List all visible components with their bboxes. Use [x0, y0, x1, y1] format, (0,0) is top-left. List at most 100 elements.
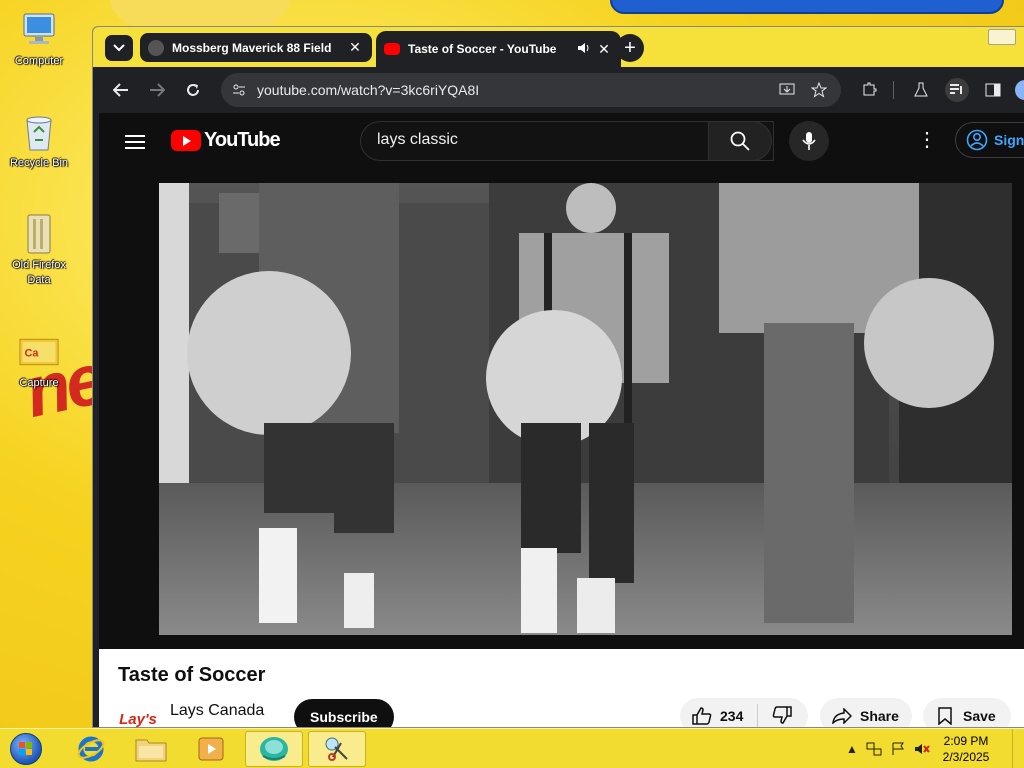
like-dislike-group: 234	[680, 698, 808, 727]
system-tray: ▲ 2:09 PM 2/3/2025	[840, 729, 1024, 768]
hamburger-menu-icon[interactable]	[123, 131, 147, 151]
search-icon	[730, 131, 750, 151]
start-button[interactable]	[6, 731, 46, 767]
taskbar: ▲ 2:09 PM 2/3/2025	[0, 728, 1024, 768]
url-text: youtube.com/watch?v=3kc6riYQA8I	[257, 82, 480, 98]
desktop-icon-computer[interactable]: Computer	[4, 10, 74, 69]
site-info-icon[interactable]	[227, 78, 251, 102]
media-player-icon	[198, 737, 224, 761]
youtube-logo[interactable]: YouTube	[171, 129, 281, 152]
clock[interactable]: 2:09 PM 2/3/2025	[936, 733, 996, 765]
video-details: Taste of Soccer Lay's Lays Canada Subscr…	[99, 649, 1024, 728]
channel-avatar-logo: Lay's	[119, 710, 157, 728]
sign-in-label: Sign	[994, 132, 1024, 148]
chevron-down-icon	[113, 44, 125, 52]
tab-search-button[interactable]	[105, 35, 133, 61]
recycle-bin-icon	[19, 112, 59, 152]
speaker-icon[interactable]	[577, 42, 595, 57]
new-tab-button[interactable]: +	[616, 34, 644, 62]
youtube-page: YouTube ⋮ Sign	[99, 113, 1024, 728]
video-frame[interactable]	[159, 183, 1012, 635]
clock-time: 2:09 PM	[943, 734, 989, 748]
like-button[interactable]: 234	[692, 707, 743, 725]
tab-mossberg[interactable]: Mossberg Maverick 88 Field ✕	[140, 33, 372, 62]
show-hidden-icons-icon[interactable]: ▲	[844, 741, 860, 757]
thumbs-up-icon	[692, 707, 712, 725]
youtube-play-icon	[171, 130, 201, 151]
image-file-icon: Ca	[19, 332, 59, 372]
taskbar-file-explorer[interactable]	[122, 731, 180, 767]
voice-search-button[interactable]	[789, 121, 829, 161]
account-icon	[966, 129, 988, 151]
taskbar-internet-explorer[interactable]	[62, 731, 120, 767]
action-center-flag-icon[interactable]	[890, 741, 906, 757]
scissors-icon	[325, 737, 348, 761]
search-input[interactable]	[377, 131, 697, 149]
youtube-header: YouTube ⋮ Sign	[99, 113, 1024, 169]
share-button[interactable]: Share	[820, 698, 912, 727]
tab-youtube[interactable]: Taste of Soccer - YouTube ✕	[376, 31, 621, 67]
thumbs-down-icon	[773, 705, 793, 724]
channel-name[interactable]: Lays Canada	[170, 702, 264, 720]
more-options-icon[interactable]: ⋮	[917, 127, 937, 152]
wallpaper-blue-banner	[610, 0, 1004, 14]
browser-app-icon	[260, 737, 288, 761]
video-title: Taste of Soccer	[118, 664, 266, 686]
desktop-icon-capture[interactable]: Ca Capture	[4, 332, 74, 391]
browser-toolbar: youtube.com/watch?v=3kc6riYQA8I	[93, 67, 1024, 113]
microphone-icon	[802, 132, 816, 150]
bookmark-star-icon[interactable]	[807, 78, 831, 102]
browser-window: Mossberg Maverick 88 Field ✕ Taste of So…	[92, 26, 1024, 728]
close-icon[interactable]: ✕	[595, 41, 613, 58]
save-playlist-icon	[938, 707, 952, 725]
site-favicon-icon	[148, 39, 164, 56]
labs-flask-icon[interactable]	[909, 78, 933, 102]
install-app-icon[interactable]	[775, 78, 799, 102]
tab-strip: Mossberg Maverick 88 Field ✕ Taste of So…	[93, 27, 1024, 67]
sign-in-button[interactable]: Sign	[955, 122, 1024, 158]
video-player[interactable]	[99, 169, 1024, 649]
search-button[interactable]	[708, 121, 772, 161]
youtube-logo-text: YouTube	[204, 129, 281, 151]
desktop-icon-label: Recycle Bin	[9, 157, 69, 169]
taskbar-chrome-window[interactable]	[245, 731, 303, 767]
windows-logo-icon	[10, 733, 42, 765]
desktop-icon-old-firefox-data[interactable]: Old Firefox Data	[4, 214, 74, 288]
folder-icon	[135, 739, 167, 762]
share-label: Share	[860, 708, 899, 724]
like-count: 234	[720, 708, 744, 724]
back-icon[interactable]	[109, 78, 133, 102]
taskbar-media-player[interactable]	[182, 731, 240, 767]
share-arrow-icon	[832, 708, 852, 724]
toolbar-divider	[893, 81, 894, 99]
video-scene-image	[159, 183, 1012, 635]
close-icon[interactable]: ✕	[346, 39, 364, 56]
media-controls-icon[interactable]	[945, 78, 969, 102]
desktop-icon-label: Capture	[19, 377, 59, 389]
extensions-icon[interactable]	[857, 78, 881, 102]
subscribe-button[interactable]: Subscribe	[294, 699, 394, 727]
desktop-icon-recycle-bin[interactable]: Recycle Bin	[4, 112, 74, 171]
forward-icon[interactable]	[145, 78, 169, 102]
computer-icon	[19, 10, 59, 50]
dislike-button[interactable]	[772, 705, 793, 727]
youtube-favicon-icon	[384, 43, 400, 55]
svg-text:Ca: Ca	[24, 348, 39, 360]
internet-explorer-icon	[77, 736, 105, 762]
side-panel-icon[interactable]	[981, 78, 1005, 102]
show-desktop-button[interactable]	[1012, 729, 1024, 768]
folder-icon	[19, 214, 59, 254]
save-button[interactable]: Save	[923, 698, 1011, 727]
profile-avatar-icon[interactable]	[1013, 78, 1024, 102]
desktop-icon-label: Computer	[14, 55, 64, 67]
like-divider	[757, 704, 759, 727]
network-icon[interactable]	[866, 741, 882, 757]
clock-date: 2/3/2025	[942, 750, 990, 764]
address-bar[interactable]: youtube.com/watch?v=3kc6riYQA8I	[221, 73, 841, 107]
channel-avatar[interactable]: Lay's	[119, 701, 157, 728]
reload-icon[interactable]	[181, 78, 205, 102]
taskbar-snipping-tool[interactable]	[308, 731, 366, 767]
tab-title: Taste of Soccer - YouTube	[408, 42, 557, 56]
volume-muted-icon[interactable]	[914, 741, 930, 757]
desktop-icon-label: Old Firefox Data	[12, 259, 66, 286]
